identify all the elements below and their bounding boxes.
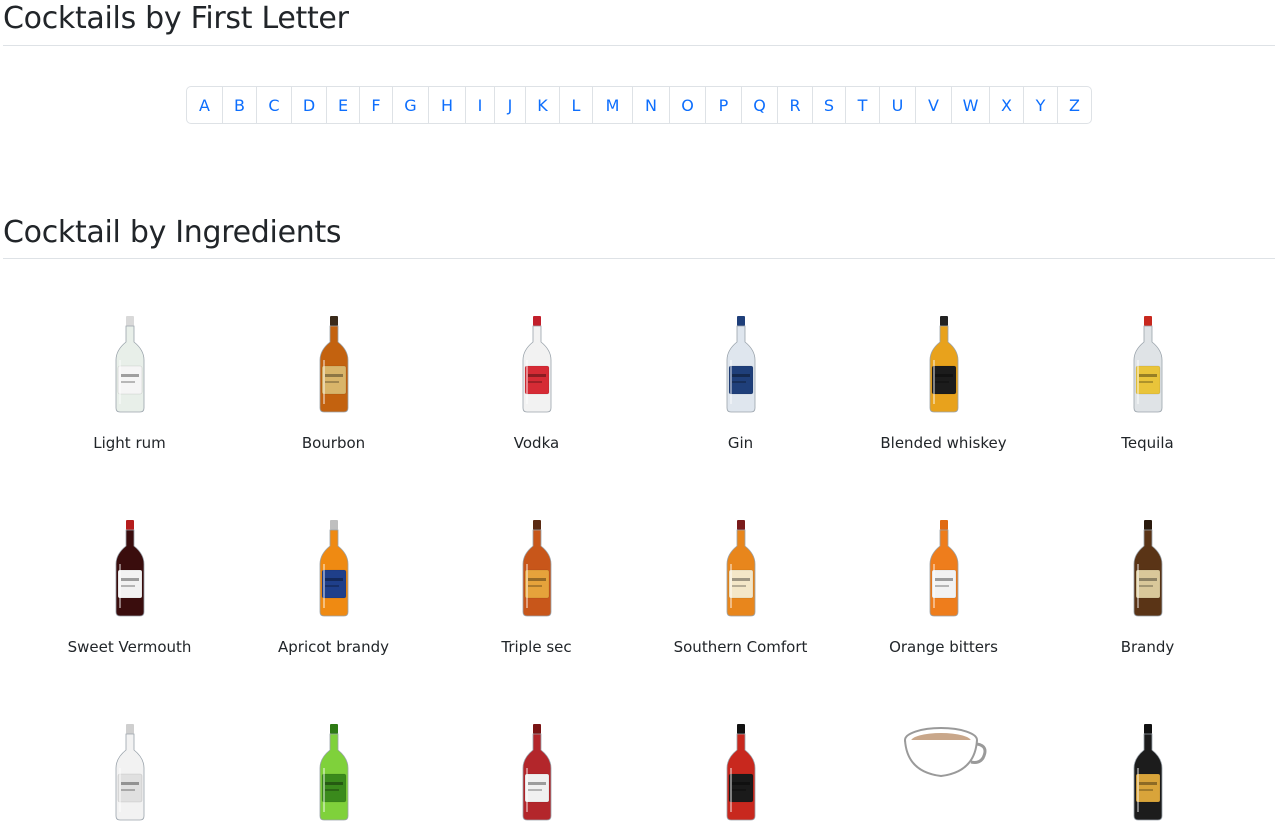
orange-bitters-bottle-icon[interactable] bbox=[842, 518, 1045, 618]
ingredient-card-partial[interactable] bbox=[842, 722, 1045, 782]
letter-link-l[interactable]: L bbox=[559, 87, 592, 123]
tequila-bottle-icon[interactable] bbox=[1046, 314, 1249, 414]
ingredient-card-partial[interactable] bbox=[1046, 722, 1249, 822]
ingredient-label[interactable]: Apricot brandy bbox=[232, 638, 435, 656]
letter-link-m[interactable]: M bbox=[592, 87, 632, 123]
letters-section-title: Cocktails by First Letter bbox=[3, 1, 349, 36]
ingredient-card-sweet-vermouth[interactable]: Sweet Vermouth bbox=[28, 518, 231, 656]
letter-link-w[interactable]: W bbox=[951, 87, 989, 123]
vodka-bottle-icon[interactable] bbox=[435, 314, 638, 414]
southern-comfort-bottle-icon[interactable] bbox=[639, 518, 842, 618]
blended-whiskey-bottle-icon[interactable] bbox=[842, 314, 1045, 414]
red-box-bottle-icon[interactable] bbox=[639, 722, 842, 822]
apricot-brandy-bottle-icon[interactable] bbox=[232, 518, 435, 618]
letter-link-c[interactable]: C bbox=[256, 87, 291, 123]
ingredient-label[interactable]: Tequila bbox=[1046, 434, 1249, 452]
ingredient-card-vodka[interactable]: Vodka bbox=[435, 314, 638, 452]
ingredient-card-bourbon[interactable]: Bourbon bbox=[232, 314, 435, 452]
sweet-vermouth-bottle-icon[interactable] bbox=[28, 518, 231, 618]
dark-bottle-icon[interactable] bbox=[1046, 722, 1249, 822]
letter-link-f[interactable]: F bbox=[359, 87, 392, 123]
letter-link-i[interactable]: I bbox=[465, 87, 494, 123]
letters-section-divider bbox=[3, 45, 1275, 46]
tea-cup-icon[interactable] bbox=[842, 722, 1045, 782]
ingredient-card-gin[interactable]: Gin bbox=[639, 314, 842, 452]
letter-link-o[interactable]: O bbox=[669, 87, 705, 123]
ingredient-label[interactable]: Southern Comfort bbox=[639, 638, 842, 656]
letter-link-z[interactable]: Z bbox=[1057, 87, 1091, 123]
ingredient-label[interactable]: Light rum bbox=[28, 434, 231, 452]
ingredient-label[interactable]: Triple sec bbox=[435, 638, 638, 656]
ingredient-card-partial[interactable] bbox=[232, 722, 435, 822]
ingredient-label[interactable]: Blended whiskey bbox=[842, 434, 1045, 452]
ingredient-card-tequila[interactable]: Tequila bbox=[1046, 314, 1249, 452]
letter-pagination: ABCDEFGHIJKLMNOPQRSTUVWXYZ bbox=[186, 86, 1092, 124]
red-bottle-icon[interactable] bbox=[435, 722, 638, 822]
ingredient-label[interactable]: Vodka bbox=[435, 434, 638, 452]
letter-link-n[interactable]: N bbox=[632, 87, 669, 123]
ingredient-label[interactable]: Brandy bbox=[1046, 638, 1249, 656]
letter-link-d[interactable]: D bbox=[291, 87, 326, 123]
letter-link-r[interactable]: R bbox=[777, 87, 812, 123]
gin-bottle-icon[interactable] bbox=[639, 314, 842, 414]
ingredient-card-southern-comfort[interactable]: Southern Comfort bbox=[639, 518, 842, 656]
ingredient-card-blended-whiskey[interactable]: Blended whiskey bbox=[842, 314, 1045, 452]
green-bottle-icon[interactable] bbox=[232, 722, 435, 822]
letter-link-s[interactable]: S bbox=[812, 87, 845, 123]
ingredient-card-partial[interactable] bbox=[28, 722, 231, 822]
letter-link-y[interactable]: Y bbox=[1023, 87, 1057, 123]
light-rum-bottle-icon[interactable] bbox=[28, 314, 231, 414]
letter-link-x[interactable]: X bbox=[989, 87, 1023, 123]
ingredient-card-triple-sec[interactable]: Triple sec bbox=[435, 518, 638, 656]
letter-link-v[interactable]: V bbox=[915, 87, 951, 123]
letter-link-j[interactable]: J bbox=[494, 87, 525, 123]
letter-link-g[interactable]: G bbox=[392, 87, 428, 123]
letter-link-h[interactable]: H bbox=[428, 87, 465, 123]
letter-link-u[interactable]: U bbox=[879, 87, 915, 123]
triple-sec-bottle-icon[interactable] bbox=[435, 518, 638, 618]
white-bottle-icon[interactable] bbox=[28, 722, 231, 822]
ingredient-label[interactable]: Bourbon bbox=[232, 434, 435, 452]
ingredient-label[interactable]: Sweet Vermouth bbox=[28, 638, 231, 656]
ingredients-section-divider bbox=[3, 258, 1275, 259]
letter-link-e[interactable]: E bbox=[326, 87, 359, 123]
ingredient-card-partial[interactable] bbox=[435, 722, 638, 822]
ingredients-section-title: Cocktail by Ingredients bbox=[3, 215, 342, 250]
ingredient-card-light-rum[interactable]: Light rum bbox=[28, 314, 231, 452]
letter-link-p[interactable]: P bbox=[705, 87, 741, 123]
ingredient-card-brandy[interactable]: Brandy bbox=[1046, 518, 1249, 656]
ingredient-card-apricot-brandy[interactable]: Apricot brandy bbox=[232, 518, 435, 656]
letter-link-q[interactable]: Q bbox=[741, 87, 777, 123]
letter-link-b[interactable]: B bbox=[222, 87, 256, 123]
ingredient-label[interactable]: Orange bitters bbox=[842, 638, 1045, 656]
letter-link-t[interactable]: T bbox=[845, 87, 879, 123]
bourbon-bottle-icon[interactable] bbox=[232, 314, 435, 414]
letter-link-a[interactable]: A bbox=[187, 87, 222, 123]
brandy-bottle-icon[interactable] bbox=[1046, 518, 1249, 618]
ingredient-label[interactable]: Gin bbox=[639, 434, 842, 452]
ingredient-card-partial[interactable] bbox=[639, 722, 842, 822]
letter-link-k[interactable]: K bbox=[525, 87, 559, 123]
ingredient-card-orange-bitters[interactable]: Orange bitters bbox=[842, 518, 1045, 656]
